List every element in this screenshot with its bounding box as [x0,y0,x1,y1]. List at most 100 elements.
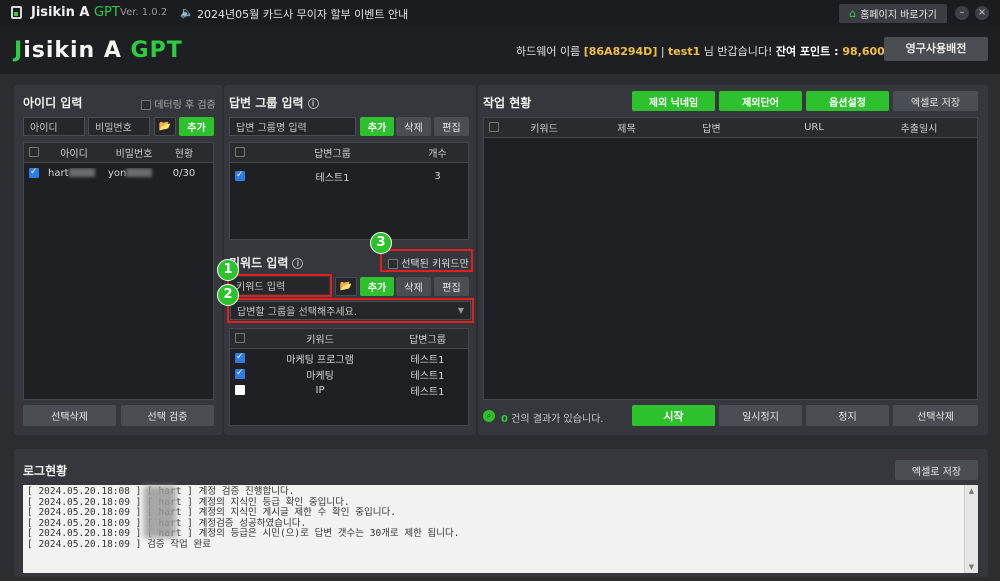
log-scrollbar[interactable]: ▲ ▼ [964,485,978,573]
homepage-button[interactable]: ⌂ 홈페이지 바로가기 [839,4,947,23]
row-checkbox[interactable] [235,352,245,363]
answer-group-title: 답변 그룹 입력 i [229,94,319,111]
column-header: 키워드 [530,124,558,135]
row-count: 3 [434,170,441,182]
keyword-panel-title: 키워드 입력 i [229,254,304,271]
work-table-header: 키워드 제목 답변 URL 추출일시 [484,118,977,138]
stop-button[interactable]: 정지 [806,405,889,426]
add-answer-group-button[interactable]: 추가 [360,117,394,136]
row-group: 테스트1 [410,370,445,382]
id-panel-title: 아이디 입력 [23,96,83,110]
exclude-words-button[interactable]: 제외단어 [719,91,802,111]
close-button[interactable]: × [975,6,989,20]
row-group: 테스트1 [410,386,445,398]
log-panel-title: 로그현황 [23,464,68,478]
chevron-down-icon: ▼ [457,306,464,315]
delete-answer-group-button[interactable]: 삭제 [396,117,431,136]
column-header: 아이디 [60,149,88,160]
callout-badge-1: 1 [217,259,239,281]
user-info: 하드웨어 이름 [86A8294D] | test1 님 반갑습니다! 잔여 포… [516,45,897,58]
selected-keywords-only-option[interactable]: 선택된 키워드만 [388,255,469,270]
row-keyword: IP [315,384,325,396]
redacted-blur [126,168,153,177]
selected-only-checkbox[interactable] [388,259,398,269]
column-header: 추출일시 [900,124,938,135]
scroll-up-icon[interactable]: ▲ [965,487,978,495]
keyword-select-all-checkbox[interactable] [235,333,245,343]
start-button[interactable]: 시작 [632,405,715,426]
brand-logo: Jisikin A GPT [14,38,183,63]
delete-selected-results-button[interactable]: 선택삭제 [893,405,978,426]
answer-group-name-input[interactable]: 답변 그룹명 입력 [229,117,356,136]
table-row[interactable]: 마케팅 프로그램 테스트1 [230,350,468,366]
answer-group-table: 답변그룹 개수 테스트1 3 [229,142,469,240]
table-row[interactable]: 마케팅 테스트1 [230,366,468,382]
column-header: 답변그룹 [314,149,351,160]
row-id: hart [48,167,69,179]
info-icon[interactable]: i [292,258,304,269]
app-logo-icon [11,6,22,19]
folder-icon: 📂 [158,121,172,132]
keyword-table-header: 키워드 답변그룹 [230,329,468,349]
speaker-icon: 🔈 [180,6,194,19]
add-id-button[interactable]: 추가 [179,117,214,136]
table-row[interactable]: IP 테스트1 [230,382,468,398]
version-label: Ver. 1.0.2 [120,7,168,18]
edit-answer-group-button[interactable]: 편집 [434,117,469,136]
work-panel-title: 작업 현황 [483,96,532,110]
answer-group-select-all-checkbox[interactable] [235,147,245,157]
row-status: 0/30 [172,167,196,179]
export-excel-button[interactable]: 엑셀로 저장 [893,91,978,111]
row-checkbox[interactable] [235,384,245,395]
table-row[interactable]: hart yon 0/30 [24,165,213,181]
table-row[interactable]: 테스트1 3 [230,168,468,184]
row-keyword: 마케팅 [306,370,334,382]
delete-selected-ids-button[interactable]: 선택삭제 [23,405,116,426]
result-count-text: 0 건의 결과가 있습니다. [501,414,604,425]
column-header: 답변그룹 [409,335,446,346]
notice-link[interactable]: 2024년05월 카드사 무이자 할부 이벤트 안내 [197,6,408,22]
row-checkbox[interactable] [235,368,245,379]
scroll-down-icon[interactable]: ▼ [965,563,978,571]
row-checkbox[interactable] [29,167,39,178]
id-table: 아이디 비밀번호 현황 hart yon 0/30 [23,142,214,400]
pause-button[interactable]: 일시정지 [719,405,802,426]
answer-group-table-header: 답변그룹 개수 [230,143,468,163]
keyword-table: 키워드 답변그룹 마케팅 프로그램 테스트1 마케팅 테스트1 IP 테스트1 [229,328,469,426]
column-header: 답변 [702,124,721,135]
folder-icon: 📂 [339,281,353,292]
column-header: 현황 [174,149,194,160]
edit-keyword-button[interactable]: 편집 [434,277,469,296]
id-table-header: 아이디 비밀번호 현황 [24,143,213,163]
options-button[interactable]: 옵션설정 [806,91,889,111]
callout-badge-3: 3 [370,232,392,254]
keyword-folder-button[interactable]: 📂 [335,277,357,296]
callout-badge-2: 2 [217,284,239,306]
permanent-license-button[interactable]: 영구사용배전 [884,37,988,61]
after-verify-checkbox[interactable] [141,100,151,110]
redacted-blur [68,168,95,177]
log-export-excel-button[interactable]: 엑셀로 저장 [895,460,978,480]
minimize-button[interactable]: – [955,6,969,20]
work-table: 키워드 제목 답변 URL 추출일시 [483,117,978,400]
row-group-name: 테스트1 [315,172,350,184]
id-input[interactable]: 아이디 [23,117,85,136]
keyword-input[interactable]: 키워드 입력 [230,277,329,294]
search-icon: ⌕ [483,410,495,422]
column-header: URL [804,122,824,133]
row-checkbox[interactable] [235,170,245,181]
after-verify-option[interactable]: 데터링 후 검증 [141,96,216,111]
redacted-blur [144,486,176,538]
row-group: 테스트1 [410,354,445,366]
row-keyword: 마케팅 프로그램 [286,354,354,366]
folder-open-button[interactable]: 📂 [154,117,176,136]
id-select-all-checkbox[interactable] [29,147,39,157]
work-select-all-checkbox[interactable] [489,122,499,132]
add-keyword-button[interactable]: 추가 [360,277,394,296]
info-icon[interactable]: i [307,98,319,109]
verify-selected-ids-button[interactable]: 선택 검증 [121,405,214,426]
exclude-nickname-button[interactable]: 제외 닉네임 [632,91,715,111]
answer-group-select[interactable]: 답변할 그룹을 선택해주세요. ▼ [230,301,471,320]
delete-keyword-button[interactable]: 삭제 [396,277,431,296]
password-input[interactable]: 비밀번호 [88,117,150,136]
